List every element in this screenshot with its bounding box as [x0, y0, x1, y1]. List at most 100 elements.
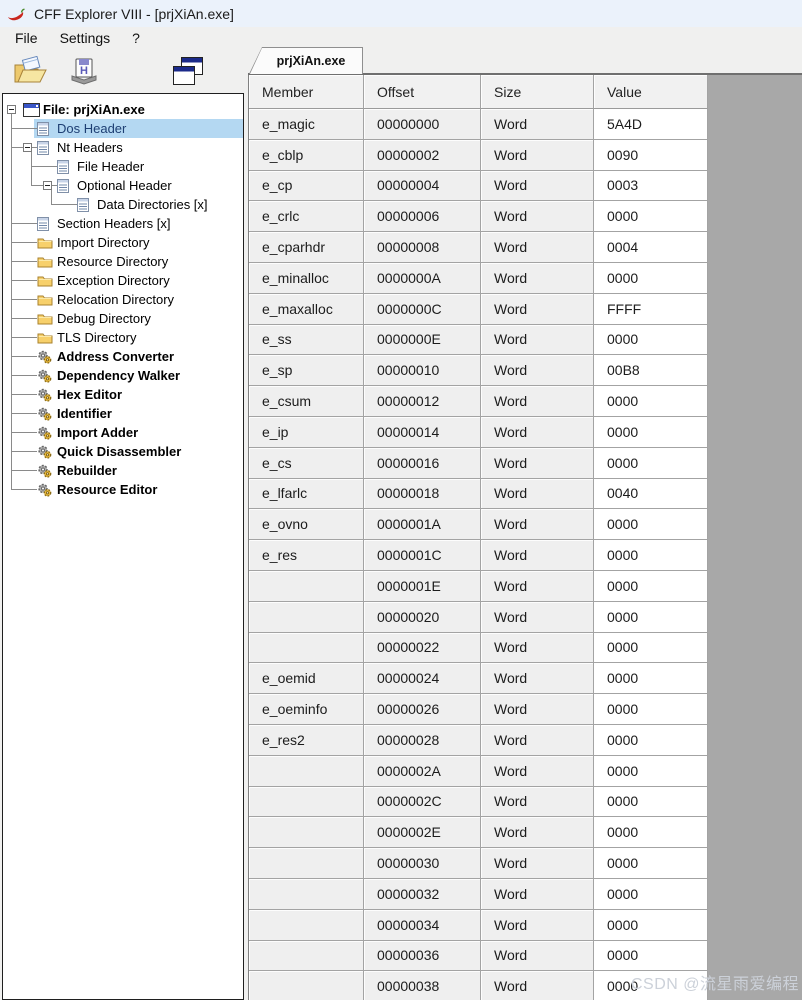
cell-value[interactable]: 00B8	[594, 355, 708, 386]
window-icon	[23, 103, 40, 117]
table-row[interactable]: e_res200000028Word0000	[249, 725, 708, 756]
table-row[interactable]: e_oemid00000024Word0000	[249, 663, 708, 694]
cell-value[interactable]: 0000	[594, 725, 708, 756]
cell-member	[249, 971, 364, 1000]
table-row[interactable]: 00000022Word0000	[249, 633, 708, 664]
cell-offset: 00000012	[364, 386, 481, 417]
table-row[interactable]: e_csum00000012Word0000	[249, 386, 708, 417]
cell-value[interactable]: 0000	[594, 325, 708, 356]
tree-item-import-adder[interactable]: Import Adder	[3, 423, 243, 442]
tab-prjxian-exe[interactable]: prjXiAn.exe	[249, 47, 363, 74]
table-row[interactable]: 0000002AWord0000	[249, 756, 708, 787]
cell-value[interactable]: 0000	[594, 694, 708, 725]
table-row[interactable]: e_magic00000000Word5A4D	[249, 109, 708, 140]
table-row[interactable]: 0000002EWord0000	[249, 817, 708, 848]
tree-item-nt-headers[interactable]: Nt Headers	[3, 138, 243, 157]
table-row[interactable]: e_crlc00000006Word0000	[249, 201, 708, 232]
tree-item-import-directory[interactable]: Import Directory	[3, 233, 243, 252]
column-header-member[interactable]: Member	[249, 75, 364, 109]
tree-item-rebuilder[interactable]: Rebuilder	[3, 461, 243, 480]
table-row[interactable]: 0000002CWord0000	[249, 787, 708, 818]
table-row[interactable]: 00000034Word0000	[249, 910, 708, 941]
tree-item-optional-header[interactable]: Optional Header	[3, 176, 243, 195]
tree-item-label: Resource Directory	[57, 252, 168, 271]
cell-value[interactable]: 0000	[594, 509, 708, 540]
cell-size: Word	[481, 540, 594, 571]
cell-value[interactable]: 0000	[594, 633, 708, 664]
tree-connector	[11, 413, 37, 414]
column-header-size[interactable]: Size	[481, 75, 594, 109]
tree-item-data-directories-x[interactable]: Data Directories [x]	[3, 195, 243, 214]
table-row[interactable]: e_ss0000000EWord0000	[249, 325, 708, 356]
cell-value[interactable]: 0000	[594, 910, 708, 941]
cell-value[interactable]: 0000	[594, 602, 708, 633]
cell-value[interactable]: 0000	[594, 941, 708, 972]
table-row[interactable]: e_cp00000004Word0003	[249, 171, 708, 202]
cell-value[interactable]: 0000	[594, 663, 708, 694]
tree-item-label: Import Directory	[57, 233, 149, 252]
table-row[interactable]: e_ovno0000001AWord0000	[249, 509, 708, 540]
tree-item-hex-editor[interactable]: Hex Editor	[3, 385, 243, 404]
expander-minus-icon[interactable]	[23, 143, 32, 152]
tree-item-debug-directory[interactable]: Debug Directory	[3, 309, 243, 328]
cell-value[interactable]: 0000	[594, 817, 708, 848]
table-row[interactable]: 00000030Word0000	[249, 848, 708, 879]
table-row[interactable]: e_oeminfo00000026Word0000	[249, 694, 708, 725]
tree-item-relocation-directory[interactable]: Relocation Directory	[3, 290, 243, 309]
table-row[interactable]: e_cparhdr00000008Word0004	[249, 232, 708, 263]
cell-value[interactable]: 0000	[594, 571, 708, 602]
table-row[interactable]: e_cblp00000002Word0090	[249, 140, 708, 171]
table-row[interactable]: e_maxalloc0000000CWordFFFF	[249, 294, 708, 325]
table-row[interactable]: e_ip00000014Word0000	[249, 417, 708, 448]
tree-item-section-headers-x[interactable]: Section Headers [x]	[3, 214, 243, 233]
cell-value[interactable]: 0000	[594, 201, 708, 232]
column-header-offset[interactable]: Offset	[364, 75, 481, 109]
switch-window-button[interactable]	[166, 51, 210, 91]
cell-value[interactable]: 0004	[594, 232, 708, 263]
cell-value[interactable]: 0000	[594, 787, 708, 818]
column-header-value[interactable]: Value	[594, 75, 708, 109]
tree-item-exception-directory[interactable]: Exception Directory	[3, 271, 243, 290]
save-file-button[interactable]: H	[62, 51, 106, 91]
tree-item-dos-header[interactable]: Dos Header	[3, 119, 243, 138]
table-row[interactable]: e_sp00000010Word00B8	[249, 355, 708, 386]
menu-item-help[interactable]: ?	[121, 28, 151, 48]
table-row[interactable]: 00000036Word0000	[249, 941, 708, 972]
tree-item-file-header[interactable]: File Header	[3, 157, 243, 176]
cell-offset: 00000008	[364, 232, 481, 263]
expander-minus-icon[interactable]	[43, 181, 52, 190]
tree-item-dependency-walker[interactable]: Dependency Walker	[3, 366, 243, 385]
cell-value[interactable]: 0003	[594, 171, 708, 202]
table-row[interactable]: e_cs00000016Word0000	[249, 448, 708, 479]
table-row[interactable]: 00000032Word0000	[249, 879, 708, 910]
cell-value[interactable]: 0000	[594, 417, 708, 448]
tools-icon	[37, 483, 54, 497]
table-row[interactable]: e_minalloc0000000AWord0000	[249, 263, 708, 294]
cell-value[interactable]: FFFF	[594, 294, 708, 325]
expander-minus-icon[interactable]	[7, 105, 16, 114]
tree-item-address-converter[interactable]: Address Converter	[3, 347, 243, 366]
cell-value[interactable]: 0000	[594, 848, 708, 879]
table-row[interactable]: e_lfarlc00000018Word0040	[249, 479, 708, 510]
cell-value[interactable]: 0090	[594, 140, 708, 171]
table-row[interactable]: 00000020Word0000	[249, 602, 708, 633]
tree-item-tls-directory[interactable]: TLS Directory	[3, 328, 243, 347]
tree-item-resource-editor[interactable]: Resource Editor	[3, 480, 243, 499]
cell-value[interactable]: 0000	[594, 386, 708, 417]
table-row[interactable]: e_res0000001CWord0000	[249, 540, 708, 571]
tree-item-quick-disassembler[interactable]: Quick Disassembler	[3, 442, 243, 461]
cell-value[interactable]: 0000	[594, 879, 708, 910]
open-file-button[interactable]	[8, 51, 52, 91]
cell-value[interactable]: 5A4D	[594, 109, 708, 140]
cell-value[interactable]: 0000	[594, 263, 708, 294]
tree-item-identifier[interactable]: Identifier	[3, 404, 243, 423]
tree-item-resource-directory[interactable]: Resource Directory	[3, 252, 243, 271]
cell-value[interactable]: 0000	[594, 756, 708, 787]
cell-value[interactable]: 0000	[594, 448, 708, 479]
menu-item-file[interactable]: File	[4, 28, 49, 48]
cell-value[interactable]: 0040	[594, 479, 708, 510]
tree-item-file-prjxian-exe[interactable]: File: prjXiAn.exe	[3, 100, 243, 119]
menu-item-settings[interactable]: Settings	[49, 28, 122, 48]
cell-value[interactable]: 0000	[594, 540, 708, 571]
table-row[interactable]: 0000001EWord0000	[249, 571, 708, 602]
